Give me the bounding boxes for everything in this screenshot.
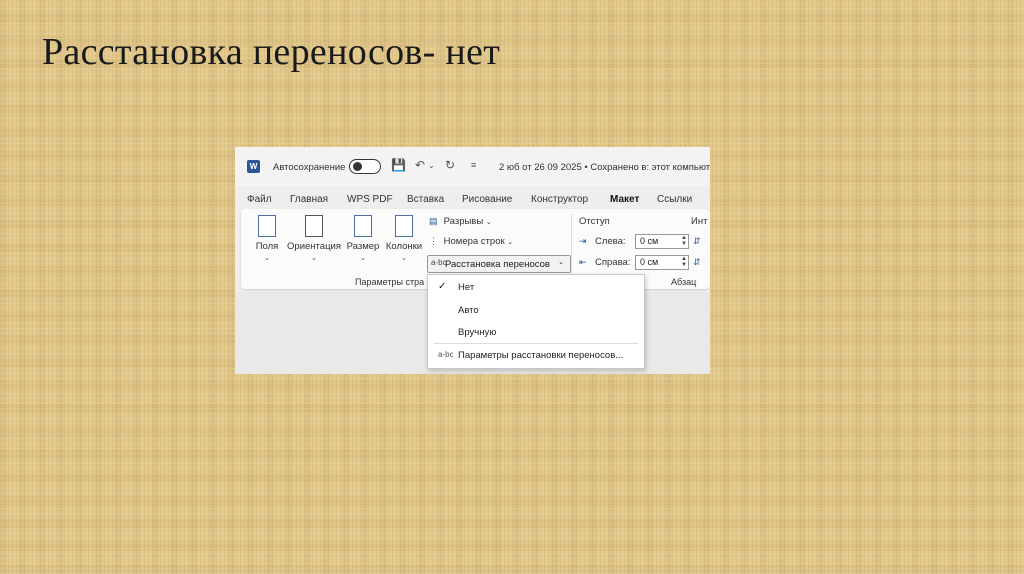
menu-item-options[interactable]: Параметры расстановки переносов... (458, 350, 623, 361)
size-button[interactable]: Размер ⌄ (345, 215, 381, 262)
chevron-down-icon: ⌄ (264, 255, 270, 262)
breaks-label: Разрывы (443, 216, 484, 227)
line-numbers-icon: ⋮ (429, 236, 438, 246)
margins-button[interactable]: Поля ⌄ (254, 215, 280, 262)
autosave-label: Автосохранение (273, 162, 346, 173)
tab-layout[interactable]: Макет (610, 194, 639, 205)
columns-button[interactable]: Колонки ⌄ (383, 215, 425, 262)
menu-separator (434, 343, 638, 344)
indent-left-label: Слева: (595, 236, 626, 247)
hyphenation-dropdown-menu: ✓ Нет Авто Вручную a‑bc Параметры расста… (427, 274, 645, 369)
check-icon: ✓ (438, 281, 447, 292)
hyphenation-button[interactable]: a‑bc Расстановка переносов ⌄ (427, 255, 571, 273)
indent-right-label: Справа: (595, 257, 631, 268)
margins-icon (258, 215, 276, 237)
spacing-after-icon: ⇵ (693, 257, 701, 267)
tab-design[interactable]: Конструктор (531, 194, 588, 205)
hyphenation-label: Расстановка переносов (445, 259, 550, 270)
line-numbers-button[interactable]: ⋮ Номера строк ⌄ (429, 236, 513, 247)
size-icon (354, 215, 372, 237)
chevron-down-icon: ⌄ (558, 259, 564, 266)
orientation-button[interactable]: Ориентация ⌄ (286, 215, 342, 262)
spinner-icon[interactable]: ▲ ▼ (681, 235, 687, 247)
breaks-icon: ▤ (429, 216, 438, 226)
size-label: Размер (346, 241, 380, 252)
paragraph-group-label: Абзац (671, 277, 697, 287)
tab-wps-pdf[interactable]: WPS PDF (347, 194, 393, 205)
indent-right-icon: ⇤ (579, 257, 587, 267)
chevron-down-icon: ⌄ (360, 255, 366, 262)
chevron-down-icon: ⌄ (311, 255, 317, 262)
menu-item-manual[interactable]: Вручную (458, 327, 496, 338)
page-setup-group-label: Параметры стра (355, 277, 425, 287)
tab-file[interactable]: Файл (247, 194, 272, 205)
hyphenation-options-icon: a‑bc (438, 350, 454, 359)
spinner-icon[interactable]: ▲ ▼ (681, 256, 687, 268)
toggle-knob (353, 162, 362, 171)
orientation-label: Ориентация (287, 241, 341, 252)
word-screenshot: W Автосохранение 💾 ↶ ⌄ ↻ ≡ 2 юб от 26 09… (235, 147, 710, 374)
orientation-icon (305, 215, 323, 237)
breaks-button[interactable]: ▤ Разрывы ⌄ (429, 216, 492, 227)
indent-right-value: 0 см (640, 257, 659, 267)
autosave-toggle[interactable] (349, 159, 381, 174)
ribbon-tabs: Файл Главная WPS PDF Вставка Рисование К… (235, 189, 710, 211)
tab-draw[interactable]: Рисование (462, 194, 512, 205)
indent-left-value: 0 см (640, 236, 659, 246)
indent-right-input[interactable]: 0 см ▲ ▼ (635, 255, 689, 270)
tab-insert[interactable]: Вставка (407, 194, 444, 205)
spacing-before-icon: ⇵ (693, 236, 701, 246)
tab-references[interactable]: Ссылки (657, 194, 692, 205)
redo-icon[interactable]: ↻ (445, 158, 455, 172)
interval-header: Инт (691, 216, 708, 227)
menu-item-none[interactable]: Нет (458, 282, 474, 293)
chevron-down-icon: ⌄ (485, 219, 492, 226)
indent-left-input[interactable]: 0 см ▲ ▼ (635, 234, 689, 249)
indent-left-icon: ⇥ (579, 236, 587, 246)
undo-icon[interactable]: ↶ (415, 158, 425, 172)
group-divider (571, 213, 572, 283)
save-icon[interactable]: 💾 (391, 158, 406, 172)
margins-label: Поля (255, 241, 279, 252)
slide-title: Расстановка переносов- нет (42, 31, 501, 73)
word-icon: W (247, 160, 260, 173)
menu-item-auto[interactable]: Авто (458, 305, 479, 316)
title-bar: W Автосохранение 💾 ↶ ⌄ ↻ ≡ 2 юб от 26 09… (235, 147, 710, 186)
columns-label: Колонки (385, 241, 423, 252)
line-numbers-label: Номера строк (443, 236, 505, 247)
chevron-down-icon: ⌄ (401, 255, 407, 262)
chevron-down-icon: ⌄ (507, 239, 514, 246)
indent-header: Отступ (579, 216, 610, 227)
undo-dropdown-icon[interactable]: ⌄ (428, 161, 435, 170)
customize-toolbar-icon[interactable]: ≡ (471, 160, 476, 170)
file-status: 2 юб от 26 09 2025 • Сохранено в: этот к… (499, 162, 710, 173)
tab-home[interactable]: Главная (290, 194, 328, 205)
columns-icon (395, 215, 413, 237)
